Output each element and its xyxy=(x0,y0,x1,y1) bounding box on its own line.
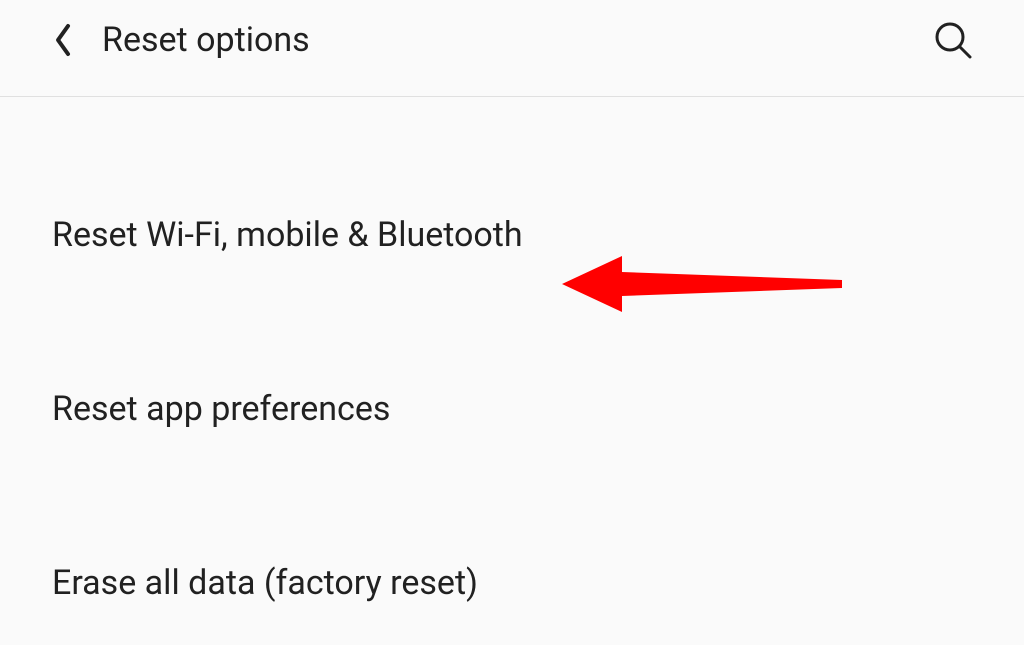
search-icon[interactable] xyxy=(934,21,972,59)
list-item-label: Erase all data (factory reset) xyxy=(52,563,478,603)
page-title: Reset options xyxy=(102,20,310,60)
header-left: Reset options xyxy=(52,20,310,60)
reset-network-option[interactable]: Reset Wi-Fi, mobile & Bluetooth xyxy=(0,197,1024,273)
list-item-label: Reset Wi-Fi, mobile & Bluetooth xyxy=(52,215,523,255)
reset-app-preferences-option[interactable]: Reset app preferences xyxy=(0,371,1024,447)
erase-all-data-option[interactable]: Erase all data (factory reset) xyxy=(0,545,1024,621)
list-item-label: Reset app preferences xyxy=(52,389,390,429)
back-icon[interactable] xyxy=(52,22,74,58)
content: Reset Wi-Fi, mobile & Bluetooth Reset ap… xyxy=(0,97,1024,621)
header: Reset options xyxy=(0,0,1024,97)
